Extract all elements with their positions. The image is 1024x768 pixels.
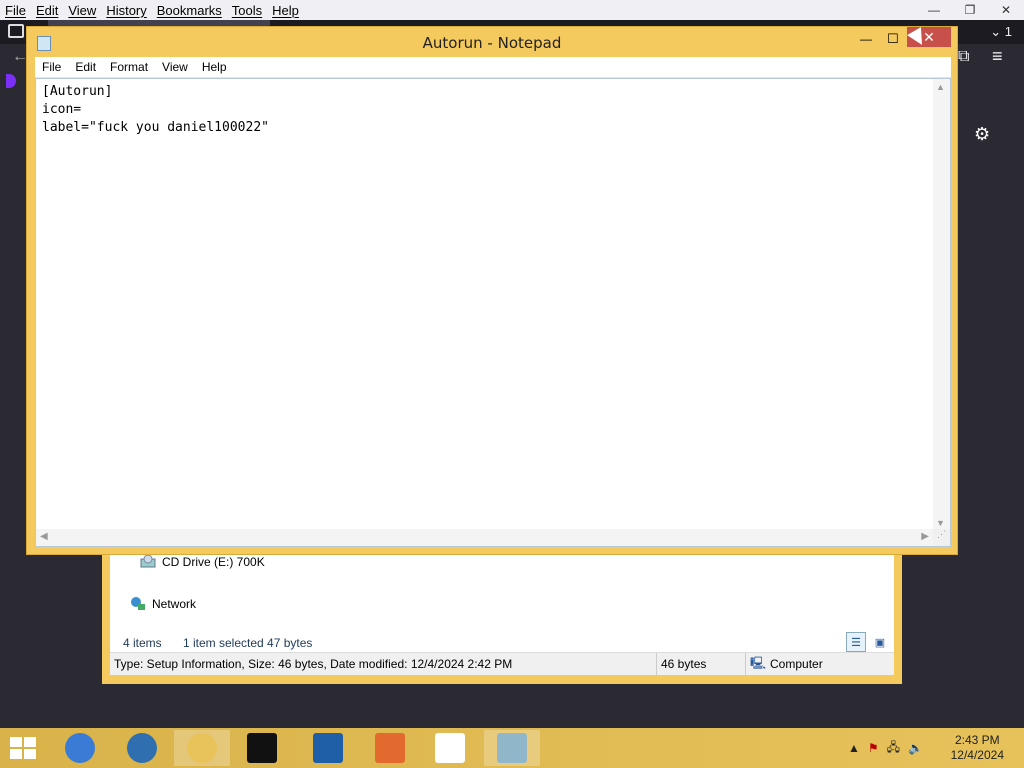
- taskbar-button[interactable]: [114, 730, 170, 766]
- item-label: CD Drive (E:) 700K: [162, 555, 265, 569]
- cd-drive-icon: [140, 554, 156, 568]
- explorer-content: CD Drive (E:) 700K Network 4 items 1 ite…: [110, 548, 894, 652]
- menu-bookmarks[interactable]: Bookmarks: [152, 3, 227, 18]
- menu-file[interactable]: File: [35, 60, 68, 74]
- menu-history[interactable]: History: [101, 3, 151, 18]
- network-status-icon[interactable]: 🖧: [887, 738, 900, 759]
- explorer-window: CD Drive (E:) 700K Network 4 items 1 ite…: [102, 548, 902, 684]
- menu-view[interactable]: View: [63, 3, 101, 18]
- minimize-icon: —: [860, 32, 872, 46]
- gear-icon[interactable]: ⚙: [974, 124, 990, 145]
- selection-info: 1 item selected 47 bytes: [183, 636, 313, 650]
- browser-icon: [127, 733, 157, 763]
- status-file-info: Type: Setup Information, Size: 46 bytes,…: [110, 653, 657, 675]
- menu-help[interactable]: Help: [267, 3, 304, 18]
- menu-help[interactable]: Help: [195, 60, 234, 74]
- taskbar: ▲ ⚑ 🖧 🔈 2:43 PM 12/4/2024: [0, 728, 1024, 768]
- scroll-down-icon[interactable]: ▼: [936, 518, 945, 528]
- taskbar-button[interactable]: [52, 730, 108, 766]
- hamburger-menu-icon[interactable]: ≡: [992, 46, 1003, 67]
- menu-edit[interactable]: Edit: [68, 60, 103, 74]
- close-icon[interactable]: ✕: [988, 0, 1024, 20]
- show-hidden-icons-icon[interactable]: ▲: [848, 741, 860, 755]
- file-explorer-icon: [187, 733, 217, 763]
- start-button[interactable]: [10, 737, 36, 759]
- notepad-window: Autorun - Notepad — ☐ ✕ File Edit Format…: [26, 26, 958, 555]
- firefox-window-controls: — ❐ ✕: [916, 0, 1024, 20]
- network-icon: [131, 597, 145, 610]
- menu-edit[interactable]: Edit: [31, 3, 63, 18]
- taskbar-button[interactable]: [484, 730, 540, 766]
- taskbar-button[interactable]: [174, 730, 230, 766]
- details-view-icon: ☰: [851, 636, 861, 649]
- firefox-menubar: File Edit View History Bookmarks Tools H…: [0, 0, 1024, 20]
- chrome-icon: [65, 733, 95, 763]
- firefox-sidebar-indicator: [6, 74, 16, 88]
- action-center-flag-icon[interactable]: ⚑: [868, 741, 879, 755]
- taskbar-button[interactable]: [300, 730, 356, 766]
- text-editor-area[interactable]: [Autorun] icon= label="fuck you daniel10…: [35, 78, 951, 547]
- clock-date: 12/4/2024: [950, 748, 1004, 762]
- firefox-dev-icon: [375, 733, 405, 763]
- notepad-list-icon: [435, 733, 465, 763]
- maximize-icon: ☐: [887, 31, 899, 46]
- minimize-icon[interactable]: —: [916, 0, 952, 20]
- list-item[interactable]: CD Drive (E:) 700K: [140, 554, 265, 570]
- horizontal-scrollbar[interactable]: ◀ ▶: [36, 529, 933, 546]
- menu-format[interactable]: Format: [103, 60, 155, 74]
- taskbar-clock[interactable]: 2:43 PM 12/4/2024: [951, 733, 1004, 763]
- scroll-right-icon[interactable]: ▶: [921, 531, 929, 542]
- menu-tools[interactable]: Tools: [227, 3, 267, 18]
- maximize-button[interactable]: ☐: [880, 29, 906, 49]
- item-count: 4 items: [123, 636, 162, 650]
- clock-time: 2:43 PM: [954, 733, 1000, 747]
- item-label: Network: [152, 597, 197, 611]
- filezilla-icon: [313, 733, 343, 763]
- status-size: 46 bytes: [657, 653, 746, 675]
- notepad-menubar: File Edit Format View Help: [35, 57, 951, 78]
- large-icons-view-button[interactable]: ▣: [870, 632, 890, 652]
- thumbnails-view-icon: ▣: [874, 636, 886, 649]
- taskbar-button[interactable]: [422, 730, 478, 766]
- details-view-button[interactable]: ☰: [846, 632, 866, 652]
- explorer-status-bar: Type: Setup Information, Size: 46 bytes,…: [110, 652, 894, 675]
- command-prompt-icon: [247, 733, 277, 763]
- taskbar-button[interactable]: [234, 730, 290, 766]
- menu-view[interactable]: View: [155, 60, 195, 74]
- minimize-button[interactable]: —: [853, 29, 879, 49]
- computer-icon: 🖳: [750, 655, 767, 670]
- system-tray: ▲ ⚑ 🖧 🔈: [848, 728, 923, 768]
- scroll-left-icon[interactable]: ◀: [40, 531, 48, 542]
- tab-overview-icon[interactable]: [8, 24, 24, 38]
- resize-grip-icon[interactable]: ⋰: [933, 529, 950, 546]
- taskbar-button[interactable]: [362, 730, 418, 766]
- status-location: 🖳 Computer: [746, 653, 827, 675]
- status-location-label: Computer: [770, 657, 823, 671]
- window-title: Autorun - Notepad: [422, 34, 562, 52]
- restore-icon[interactable]: ❐: [952, 0, 988, 20]
- vertical-scrollbar[interactable]: ▲ ▼: [933, 79, 950, 531]
- scroll-up-icon[interactable]: ▲: [936, 82, 945, 92]
- volume-icon[interactable]: 🔈: [908, 741, 923, 755]
- menu-file[interactable]: File: [0, 3, 31, 18]
- tab-count-value: 1: [1004, 24, 1012, 39]
- list-item[interactable]: Network: [130, 596, 196, 612]
- notepad-title-bar[interactable]: Autorun - Notepad — ☐ ✕: [27, 27, 957, 57]
- tab-count[interactable]: ⌄ 1: [990, 24, 1012, 40]
- extensions-icon[interactable]: ⧉: [958, 48, 969, 66]
- editor-content[interactable]: [Autorun] icon= label="fuck you daniel10…: [42, 83, 269, 137]
- notepad-icon: [497, 733, 527, 763]
